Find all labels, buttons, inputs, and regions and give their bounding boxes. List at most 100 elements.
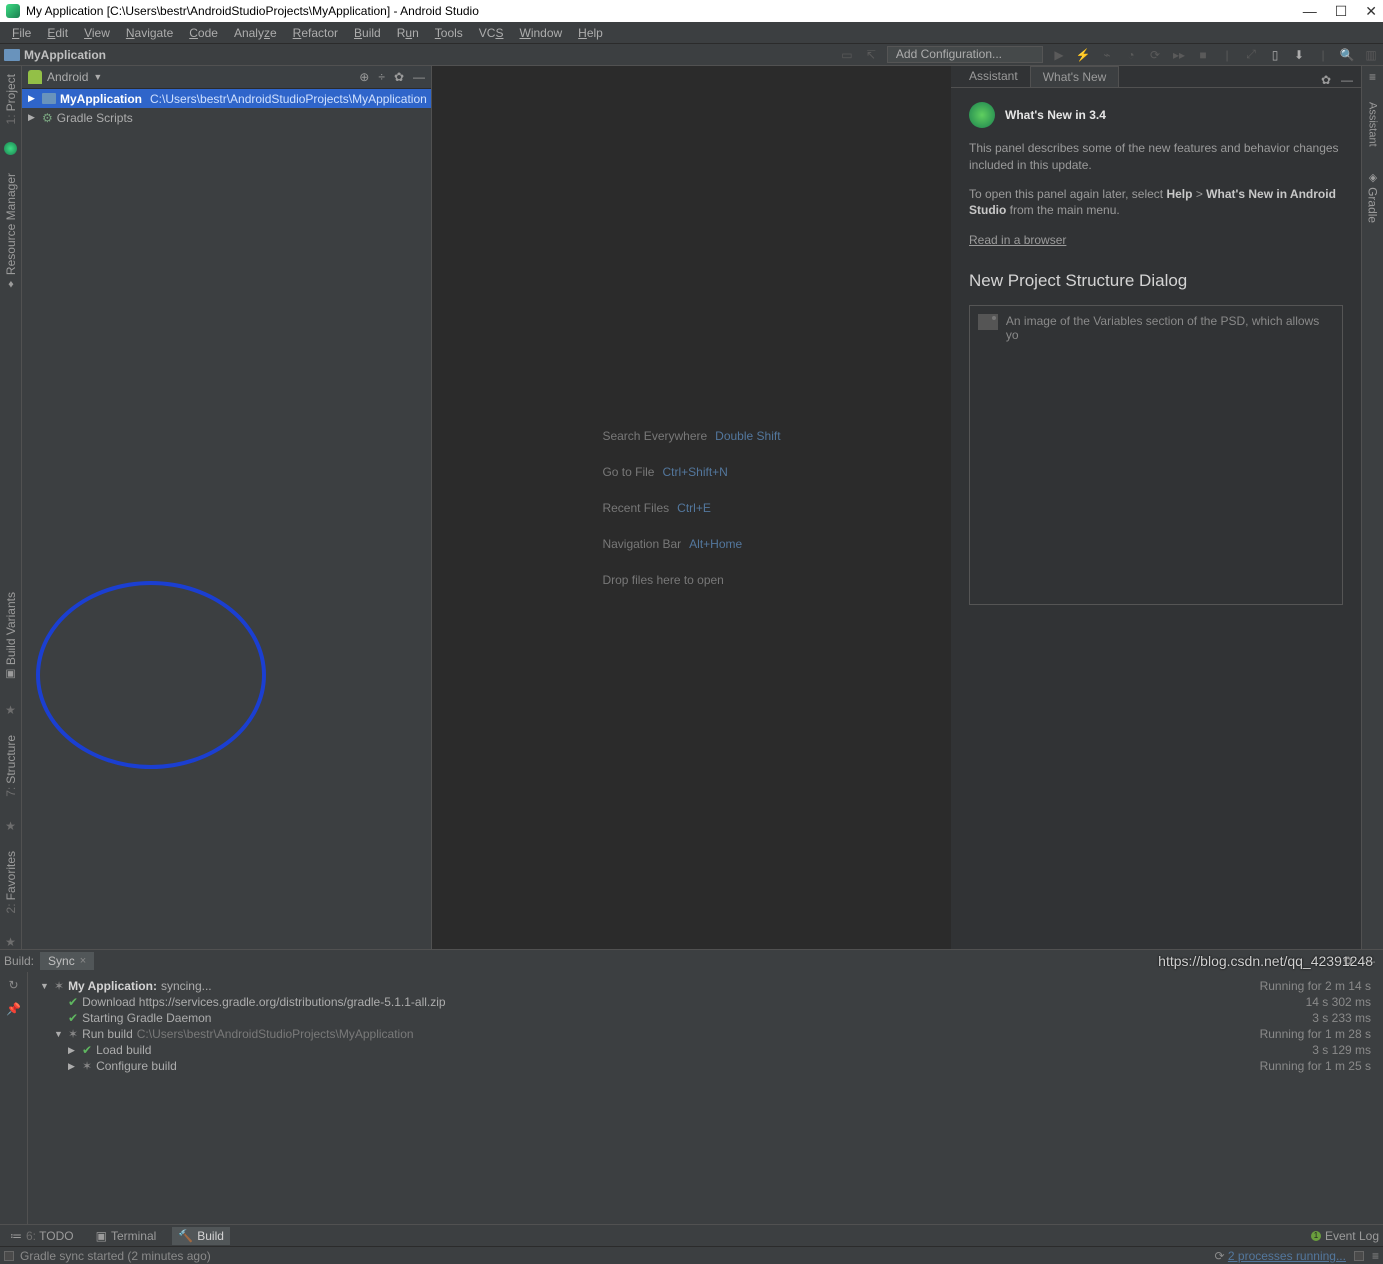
menu-file[interactable]: File (4, 24, 39, 42)
whatsnew-title: What's New in 3.4 (969, 102, 1343, 128)
tree-expand-icon[interactable]: ▶ (28, 93, 38, 104)
navigation-toolbar: MyApplication ▭ ↸ Add Configuration... ▶… (0, 44, 1383, 66)
menu-refactor[interactable]: Refactor (285, 24, 346, 42)
search-icon[interactable]: 🔍 (1339, 47, 1355, 63)
build-side-icons: ↻ 📌 (0, 972, 28, 1224)
tab-build-variants[interactable]: ▣ Build Variants (4, 586, 18, 687)
coverage-icon[interactable]: ⟳ (1147, 47, 1163, 63)
tab-terminal[interactable]: ▣Terminal (90, 1227, 163, 1245)
back-arrow-icon[interactable]: ↸ (863, 47, 879, 63)
tab-resource-manager[interactable]: ♦ Resource Manager (4, 167, 18, 296)
menu-code[interactable]: Code (181, 24, 226, 42)
tree-root-label: MyApplication (60, 92, 142, 106)
read-in-browser-link[interactable]: Read in a browser (969, 233, 1066, 247)
editor-area[interactable]: Search EverywhereDouble Shift Go to File… (432, 66, 951, 949)
sdk-manager-icon[interactable]: ⬇ (1291, 47, 1307, 63)
expand-icon[interactable]: ÷ (378, 70, 385, 84)
tip-label: Search Everywhere (602, 429, 707, 443)
build-tree[interactable]: ▼✶My Application: syncing...Running for … (28, 972, 1383, 1224)
window-minimize-icon[interactable]: — (1303, 3, 1317, 19)
menu-vcs[interactable]: VCS (471, 24, 512, 42)
window-title: My Application [C:\Users\bestr\AndroidSt… (26, 4, 479, 18)
gear-icon[interactable]: ✿ (394, 70, 404, 84)
window-titlebar: My Application [C:\Users\bestr\AndroidSt… (0, 0, 1383, 22)
menu-navigate[interactable]: Navigate (118, 24, 181, 42)
tab-build[interactable]: 🔨Build (172, 1227, 230, 1245)
menu-analyze[interactable]: Analyze (226, 24, 285, 42)
tree-item-label: Gradle Scripts (57, 111, 133, 125)
assistant-panel: Assistant What's New ✿ — What's New in 3… (951, 66, 1361, 949)
debug-icon[interactable]: ⌁ (1099, 47, 1115, 63)
tree-gradle-scripts[interactable]: ▶ ⚙ Gradle Scripts (22, 108, 431, 127)
menu-run[interactable]: Run (389, 24, 427, 42)
star-icon: ★ (5, 819, 16, 833)
menu-icon[interactable]: ≡ (1372, 1249, 1379, 1263)
avd-manager-icon[interactable]: ▯ (1267, 47, 1283, 63)
add-configuration-dropdown[interactable]: Add Configuration... (887, 46, 1043, 63)
status-icon[interactable] (4, 1251, 14, 1261)
stop-icon[interactable]: ■ (1195, 47, 1211, 63)
sync-gradle-icon[interactable]: ⤢ (1243, 47, 1259, 63)
android-bud-icon (4, 142, 17, 155)
tab-assistant-side[interactable]: Assistant (1367, 96, 1379, 153)
run-icon[interactable]: ▶ (1051, 47, 1067, 63)
tree-expand-icon[interactable]: ▶ (28, 112, 38, 123)
menu-icon[interactable]: ≡ (1369, 70, 1376, 84)
menu-tools[interactable]: Tools (427, 24, 471, 42)
window-close-icon[interactable]: ✕ (1365, 3, 1377, 20)
section-heading: New Project Structure Dialog (969, 271, 1343, 291)
tip-shortcut: Alt+Home (689, 537, 742, 551)
profile-icon[interactable]: ◔ (1123, 47, 1139, 63)
bottom-toolbar: ≔6: TODO ▣Terminal 🔨Build 1 Event Log (0, 1224, 1383, 1246)
chevron-down-icon[interactable]: ▼ (93, 72, 102, 82)
status-message: Gradle sync started (2 minutes ago) (20, 1249, 211, 1263)
restart-icon[interactable]: ↻ (8, 978, 18, 992)
android-studio-icon (969, 102, 995, 128)
build-panel: Build: Sync× ✿ — ↻ 📌 ▼✶My Application: s… (0, 949, 1383, 1224)
hide-button[interactable]: — (413, 70, 425, 84)
gear-icon[interactable]: ✿ (1321, 73, 1331, 87)
pin-icon[interactable]: 📌 (6, 1002, 21, 1016)
tab-project[interactable]: 1: Project (4, 68, 18, 130)
folder-icon (4, 49, 20, 61)
event-log-button[interactable]: 1 Event Log (1311, 1229, 1379, 1243)
whatsnew-para1: This panel describes some of the new fea… (969, 140, 1343, 174)
right-tool-gutter: ≡ Assistant ◈ Gradle (1361, 66, 1383, 949)
target-icon[interactable]: ⊕ (359, 70, 369, 84)
separator: | (1219, 47, 1235, 63)
tab-assistant[interactable]: Assistant (957, 66, 1030, 87)
build-label: Build: (4, 954, 34, 968)
tree-root[interactable]: ▶ MyApplication C:\Users\bestr\AndroidSt… (22, 89, 431, 108)
tab-todo[interactable]: ≔6: TODO (4, 1227, 80, 1245)
project-view-selector[interactable]: Android (47, 70, 88, 84)
image-icon (978, 314, 998, 330)
device-selector-icon[interactable]: ▭ (839, 47, 855, 63)
tab-gradle-side[interactable]: ◈ Gradle (1366, 165, 1380, 229)
hide-button[interactable]: — (1341, 73, 1353, 87)
breadcrumb[interactable]: MyApplication (4, 48, 106, 62)
menubar: File Edit View Navigate Code Analyze Ref… (0, 22, 1383, 44)
mem-indicator-icon[interactable] (1354, 1251, 1364, 1261)
window-maximize-icon[interactable]: ☐ (1335, 3, 1348, 20)
tab-favorites[interactable]: 2: Favorites (4, 845, 18, 919)
star-icon: ★ (5, 935, 16, 949)
apply-changes-icon[interactable]: ⚡ (1075, 47, 1091, 63)
menu-help[interactable]: Help (570, 24, 611, 42)
menu-view[interactable]: View (76, 24, 118, 42)
menu-build[interactable]: Build (346, 24, 389, 42)
tip-shortcut: Ctrl+E (677, 501, 711, 515)
star-icon: ★ (5, 703, 16, 717)
gradle-icon: ⚙ (42, 111, 53, 125)
project-tree[interactable]: ▶ MyApplication C:\Users\bestr\AndroidSt… (22, 89, 431, 949)
menu-window[interactable]: Window (511, 24, 570, 42)
event-count-badge: 1 (1311, 1231, 1321, 1241)
build-tab-sync[interactable]: Sync× (40, 952, 94, 970)
tab-whatsnew[interactable]: What's New (1030, 66, 1120, 87)
tab-structure[interactable]: 7: Structure (4, 729, 18, 803)
processes-link[interactable]: ⟳ 2 processes running... (1215, 1249, 1346, 1263)
menu-edit[interactable]: Edit (39, 24, 76, 42)
close-icon[interactable]: × (80, 955, 86, 967)
layout-icon[interactable]: ▥ (1363, 47, 1379, 63)
image-placeholder: An image of the Variables section of the… (969, 305, 1343, 605)
attach-debugger-icon[interactable]: ▸▸ (1171, 47, 1187, 63)
